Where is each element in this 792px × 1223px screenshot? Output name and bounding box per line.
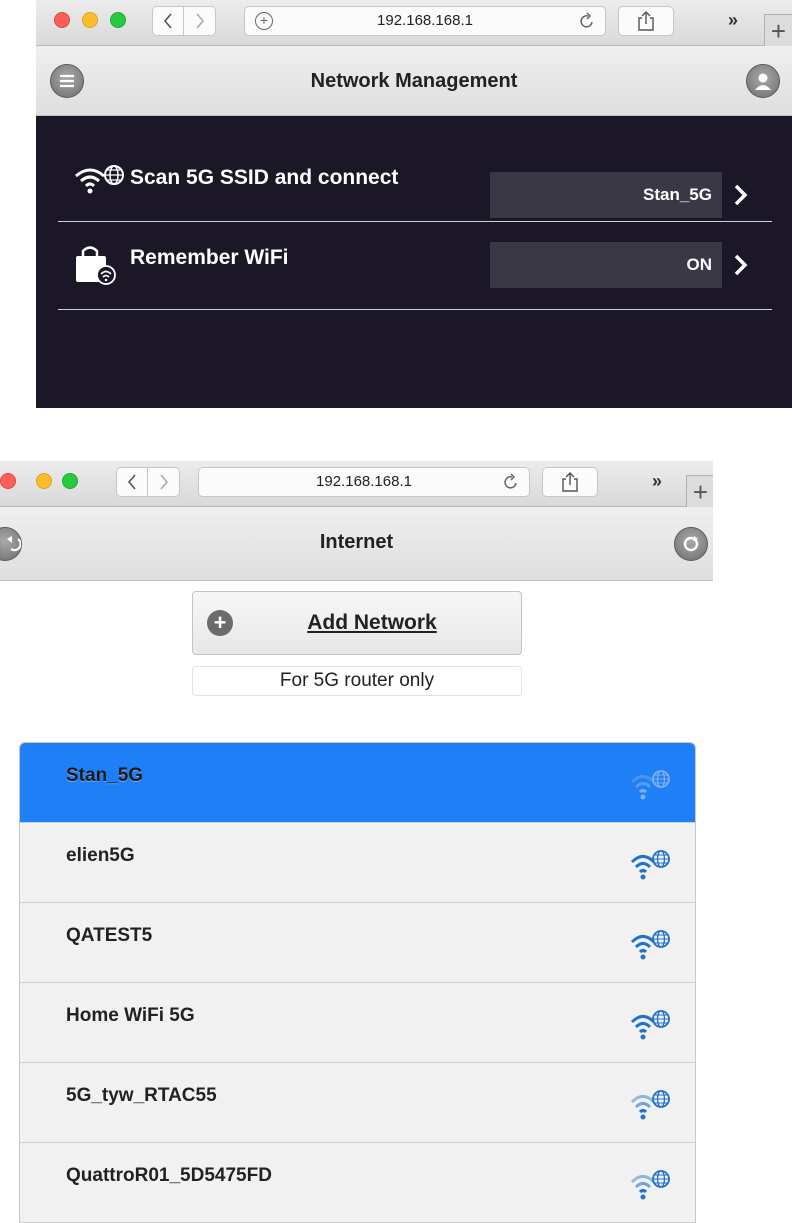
list-item[interactable]: Stan_5G [20,743,695,823]
network-ssid: Home WiFi 5G [66,1005,195,1026]
add-network-button[interactable]: + Add Network [192,591,522,655]
add-network-label: Add Network [307,611,437,634]
share-icon [638,11,654,31]
chevron-right-icon[interactable] [732,252,750,278]
wifi-signal-icon [630,1170,670,1200]
wifi-signal-icon [630,930,670,960]
reload-icon[interactable] [577,11,597,31]
network-ssid: 5G_tyw_RTAC55 [66,1085,217,1106]
wifi-signal-icon [630,1090,670,1120]
back-button[interactable] [152,6,184,36]
network-ssid: Stan_5G [66,765,144,786]
more-tabs-icon[interactable]: ›› [652,471,662,492]
chevron-left-icon [127,474,136,490]
address-bar[interactable]: + 192.168.168.1 [244,6,606,36]
remember-wifi-row[interactable]: Remember WiFi ON [58,222,772,310]
scan-ssid-row[interactable]: Scan 5G SSID and connect Stan_5G [58,134,772,222]
wifi-signal-icon [630,770,670,800]
close-window-button[interactable] [0,473,16,489]
zoom-window-button[interactable] [62,473,78,489]
more-tabs-icon[interactable]: ›› [728,10,738,31]
minimize-window-button[interactable] [82,12,98,28]
user-icon[interactable] [746,64,780,98]
bag-wifi-icon [76,246,116,285]
new-tab-button[interactable]: + [764,14,792,46]
chevron-right-icon [195,13,204,29]
network-management-window: + 192.168.168.1 ›› + Network Management [36,0,792,408]
wifi-globe-icon [75,165,124,194]
chevron-right-icon [159,474,168,490]
scan-ssid-label: Scan 5G SSID and connect [130,166,399,189]
router-note: For 5G router only [192,666,522,696]
network-ssid: QATEST5 [66,925,153,946]
wifi-signal-icon [630,850,670,880]
menu-icon[interactable] [50,64,84,98]
forward-button[interactable] [148,467,180,497]
reload-icon[interactable] [501,472,521,492]
share-button[interactable] [542,467,598,497]
address-bar[interactable]: 192.168.168.1 [198,467,530,497]
network-ssid: elien5G [66,845,135,866]
network-ssid: QuattroR01_5D5475FD [66,1165,272,1186]
network-list: Stan_5G elien5G QATEST5 Home WiFi 5G 5G_tyw_… [19,742,696,1223]
chevron-right-icon[interactable] [732,182,750,208]
list-item[interactable]: 5G_tyw_RTAC55 [20,1063,695,1143]
page-title: Network Management [310,70,518,92]
app-header: Internet [0,507,713,581]
close-window-button[interactable] [54,12,70,28]
url-text: 192.168.168.1 [377,12,473,29]
wifi-signal-icon [630,1010,670,1040]
internet-window: 192.168.168.1 ›› + Internet + Add Networ… [0,461,713,1223]
forward-button[interactable] [184,6,216,36]
remember-wifi-label: Remember WiFi [130,246,289,269]
minimize-window-button[interactable] [36,473,52,489]
browser-toolbar: 192.168.168.1 ›› + [0,461,713,507]
back-button[interactable] [116,467,148,497]
browser-toolbar: + 192.168.168.1 ›› + [36,0,792,46]
app-header: Network Management [36,46,792,116]
list-item[interactable]: QuattroR01_5D5475FD [20,1143,695,1223]
share-button[interactable] [618,6,674,36]
list-item[interactable]: QATEST5 [20,903,695,983]
new-tab-button[interactable]: + [686,475,713,507]
list-item[interactable]: Home WiFi 5G [20,983,695,1063]
list-item[interactable]: elien5G [20,823,695,903]
chevron-left-icon [163,13,172,29]
refresh-icon[interactable] [674,527,708,561]
settings-panel: Scan 5G SSID and connect Stan_5G Remembe… [36,116,792,408]
page-title: Internet [319,531,394,553]
remember-wifi-value[interactable]: ON [490,242,722,288]
share-icon [562,472,578,492]
zoom-window-button[interactable] [110,12,126,28]
scan-ssid-value[interactable]: Stan_5G [490,172,722,218]
url-text: 192.168.168.1 [316,473,412,490]
